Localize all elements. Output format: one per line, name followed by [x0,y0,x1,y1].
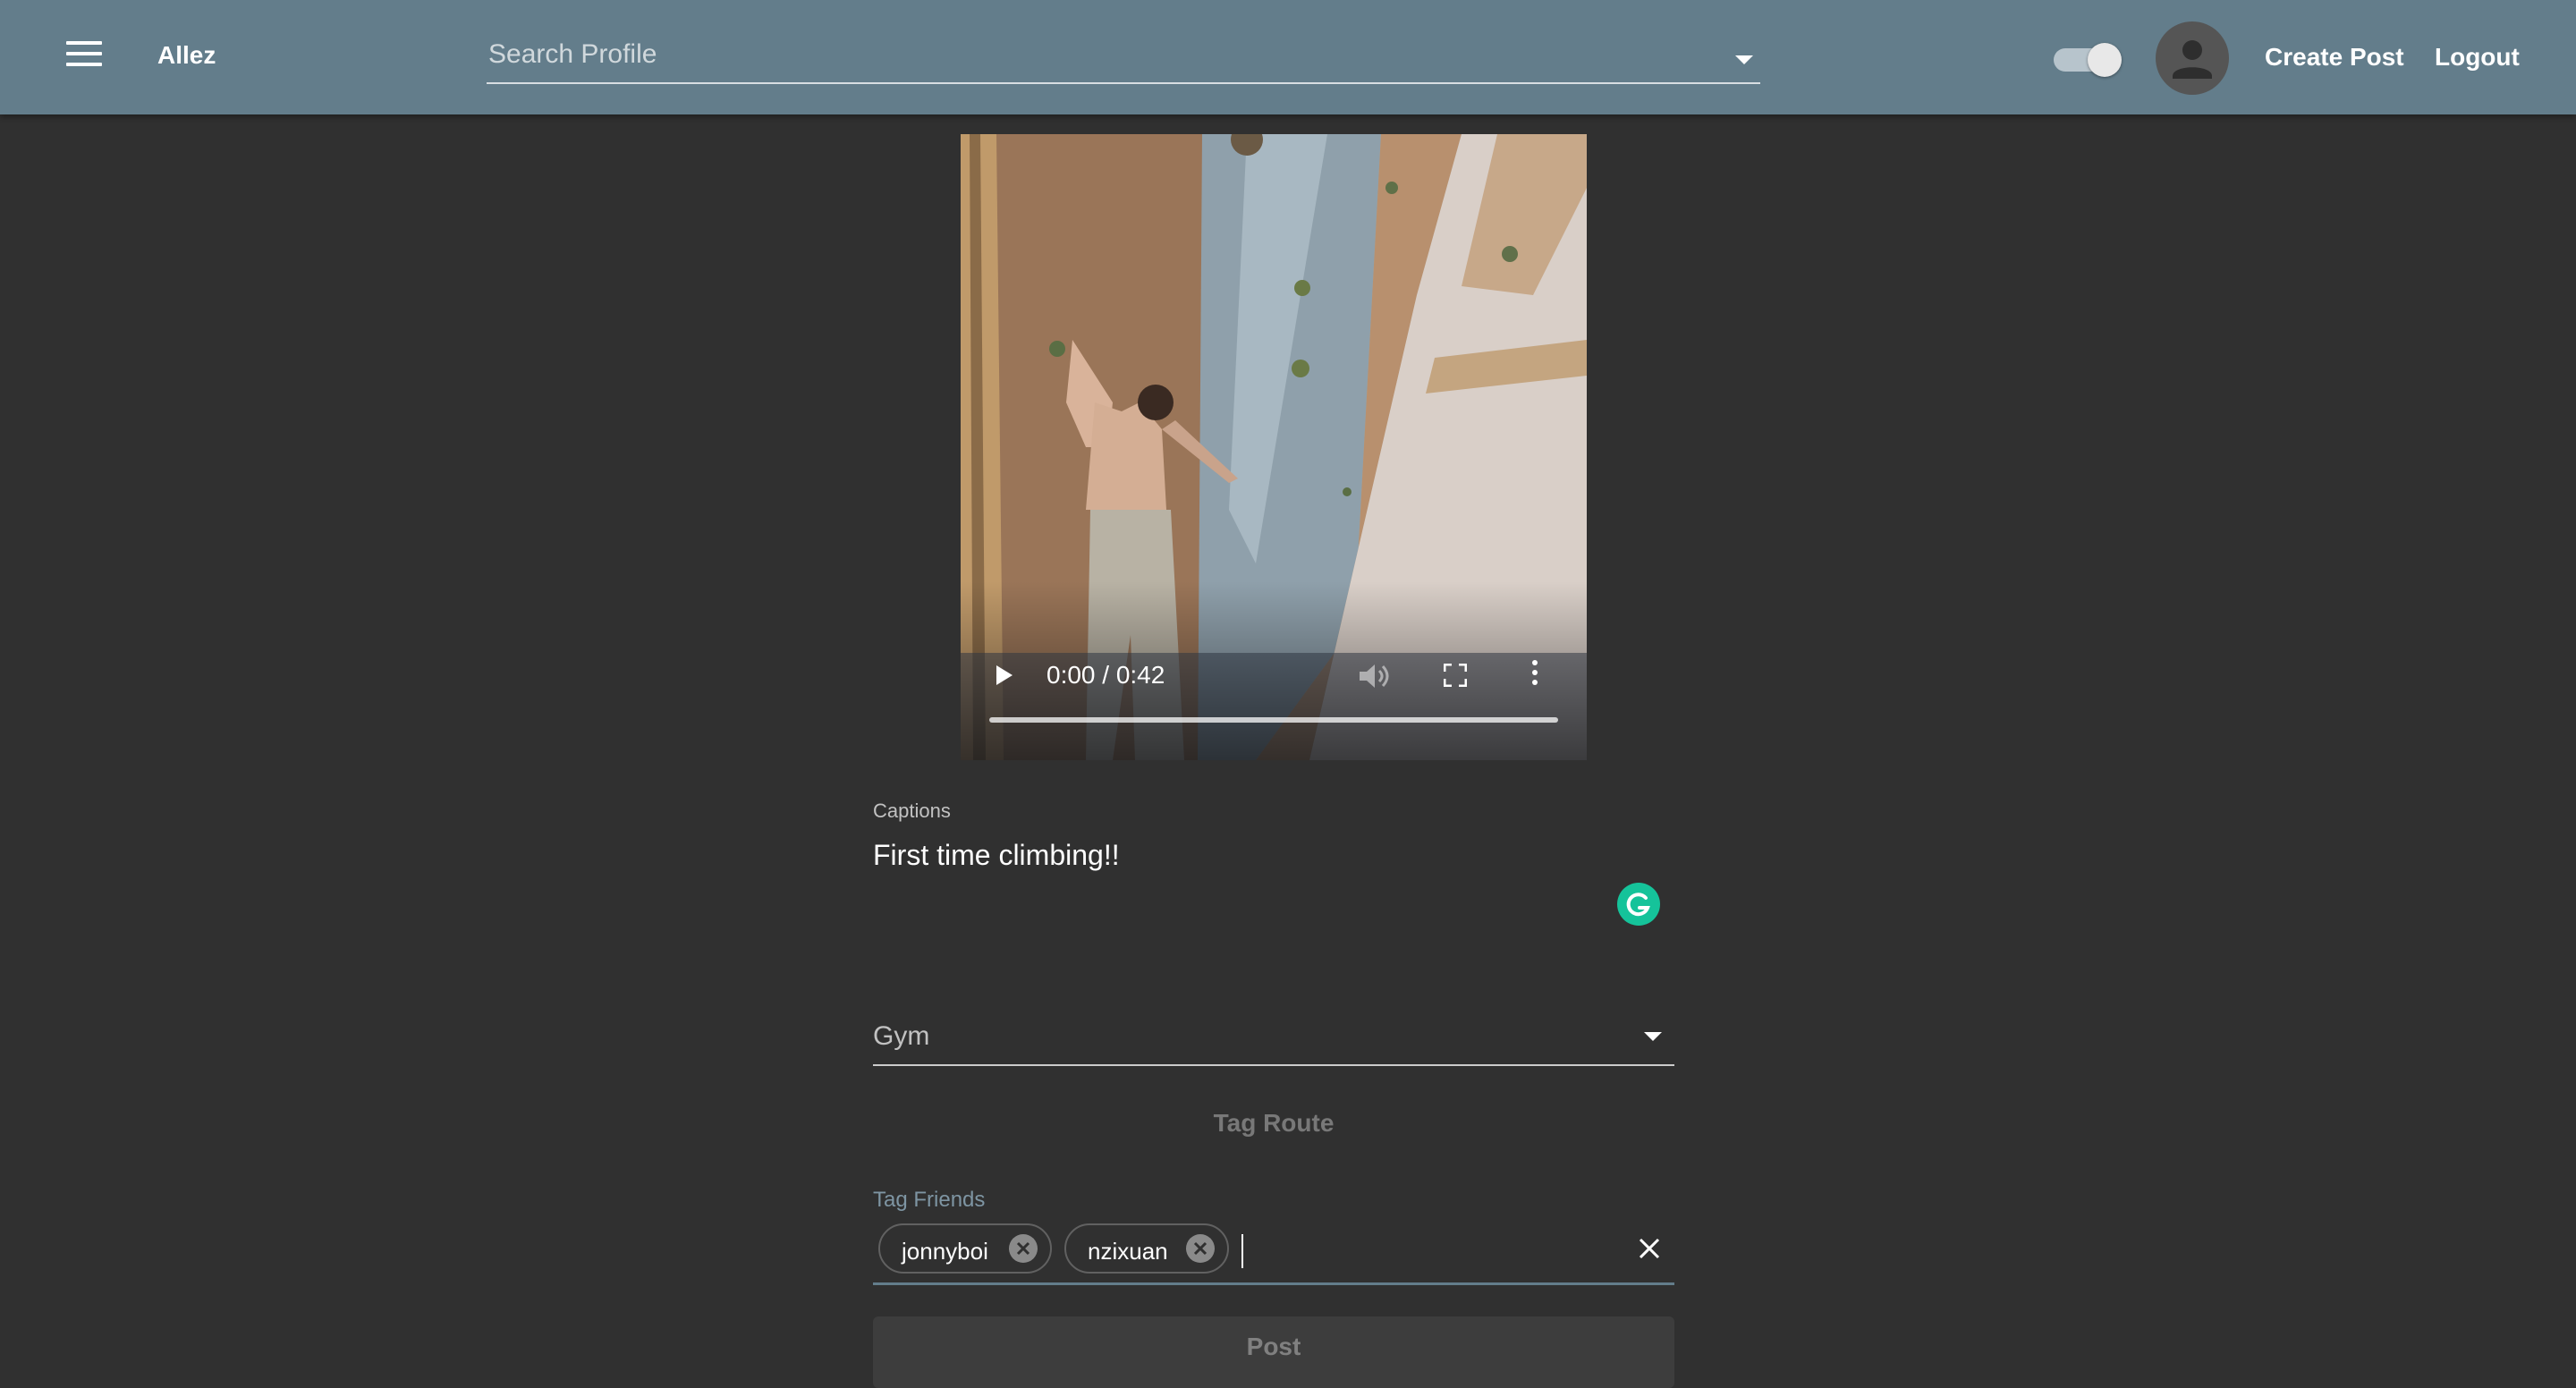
captions-textarea[interactable]: First time climbing!! [873,839,1660,872]
volume-icon[interactable] [1358,662,1394,690]
more-options-icon[interactable] [1528,660,1542,690]
post-button[interactable]: Post [873,1316,1674,1388]
fullscreen-icon[interactable] [1444,664,1467,687]
tag-friends-label: Tag Friends [873,1188,986,1212]
clear-icon[interactable] [1637,1236,1662,1261]
remove-chip-icon[interactable] [1186,1234,1215,1263]
create-post-button[interactable]: Create Post [2265,43,2404,72]
app-bar: Allez Create Post Logout [0,0,2576,114]
avatar[interactable] [2156,21,2229,95]
captions-label: Captions [873,800,951,822]
logout-button[interactable]: Logout [2435,43,2520,72]
video-player[interactable]: 0:00 / 0:42 [961,134,1587,760]
toggle-thumb [2088,43,2122,77]
play-icon[interactable] [996,665,1013,685]
friend-chip: jonnyboi [878,1223,1052,1274]
video-time: 0:00 / 0:42 [1046,661,1165,689]
video-progress-bar[interactable] [989,717,1558,723]
search-dropdown-icon[interactable] [1735,55,1753,64]
tag-route-button[interactable]: Tag Route [873,1109,1674,1138]
friend-chip-label: jonnyboi [902,1238,988,1265]
tag-friends-input[interactable]: jonnyboi nzixuan [873,1220,1674,1285]
friend-chip-label: nzixuan [1088,1238,1168,1265]
video-controls: 0:00 / 0:42 [961,134,1587,760]
grammarly-g-icon [1626,893,1650,917]
remove-chip-icon[interactable] [1009,1234,1038,1263]
person-icon [2173,40,2212,79]
gym-select[interactable]: Gym [873,1007,1674,1066]
app-title: Allez [157,41,216,69]
menu-icon[interactable] [66,41,102,73]
friend-chip: nzixuan [1064,1223,1229,1274]
search-input[interactable] [487,36,1698,73]
search-profile-field[interactable] [487,27,1760,84]
gym-select-label: Gym [873,1021,930,1051]
theme-toggle[interactable] [2052,41,2122,77]
text-cursor [1241,1234,1243,1268]
gym-dropdown-icon [1644,1032,1662,1041]
grammarly-icon[interactable] [1617,883,1660,926]
post-button-label: Post [1246,1333,1301,1360]
